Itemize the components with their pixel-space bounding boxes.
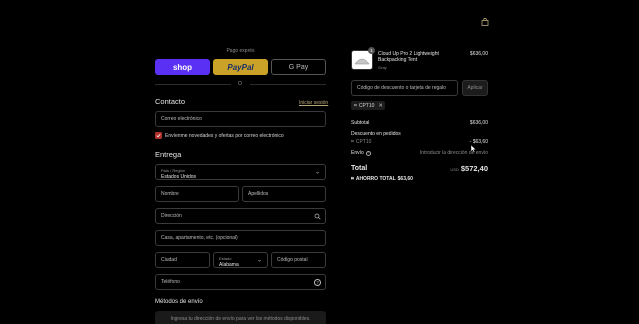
close-icon[interactable]: ✕	[378, 103, 383, 109]
total-row-value: USD $572,40	[420, 164, 488, 173]
last-name-field[interactable]: Apellidos	[242, 186, 326, 202]
address-placeholder: Dirección	[161, 213, 182, 219]
order-discount-label: Descuento en pedidos	[351, 131, 401, 137]
newsletter-label: Envíenme novedades y ofertas por correo …	[165, 133, 284, 139]
login-link[interactable]: Iniciar sesión	[299, 100, 328, 106]
product-variant: Gray	[378, 65, 387, 70]
or-separator: O	[238, 81, 242, 87]
tent-image	[354, 58, 370, 65]
divider	[250, 84, 326, 85]
divider	[155, 84, 231, 85]
address-field[interactable]: Dirección	[155, 208, 326, 224]
paypal-button[interactable]: PayPal	[213, 59, 268, 75]
quantity-badge: 1	[368, 47, 375, 54]
applied-code-label: CPT10	[358, 102, 375, 109]
shop-pay-label: shop	[172, 62, 193, 72]
phone-field[interactable]: Teléfono ?	[155, 274, 326, 290]
check-icon	[156, 133, 161, 138]
apartment-field[interactable]: Casa, apartamento, etc. (opcional)	[155, 230, 326, 246]
country-value: Estados Unidos	[161, 174, 197, 180]
tag-icon: ⌗	[351, 176, 354, 182]
tag-icon: ⌗	[351, 139, 354, 145]
shipping-label-row: Envío ?	[351, 150, 371, 156]
apply-label: Aplicar	[467, 85, 483, 91]
apply-button[interactable]: Aplicar	[462, 80, 488, 96]
email-field[interactable]: Correo electrónico	[155, 111, 326, 127]
subtotal-value: $636,00	[469, 120, 488, 126]
applied-code-chip: ⌗ CPT10 ✕	[351, 101, 385, 110]
delivery-heading: Entrega	[155, 150, 182, 159]
order-discount-code: ⌗ CPT10	[351, 139, 371, 145]
search-icon	[314, 213, 321, 220]
total-value: $572,40	[460, 164, 488, 173]
shipping-label: Envío	[351, 150, 364, 156]
savings-value: $63,60	[397, 176, 413, 182]
order-discount-value: - $63,60	[469, 139, 488, 145]
country-label: País / Región	[161, 168, 186, 173]
total-label: Total	[351, 165, 368, 172]
apartment-placeholder: Casa, apartamento, etc. (opcional)	[161, 235, 238, 241]
zip-field[interactable]: Código postal	[271, 252, 326, 268]
city-placeholder: Ciudad	[161, 257, 177, 263]
express-checkout-title: Pago exprés	[226, 48, 255, 54]
bag-icon[interactable]	[481, 13, 489, 26]
discount-code-field[interactable]: Código de descuento o tarjeta de regalo	[351, 80, 458, 96]
last-name-placeholder: Apellidos	[248, 191, 269, 197]
paypal-label: PayPal	[227, 62, 254, 72]
state-select[interactable]: Estado Alabama ⌄	[213, 252, 268, 268]
total-currency: USD	[450, 167, 459, 172]
product-price: $636,00	[469, 51, 488, 57]
newsletter-checkbox[interactable]	[155, 132, 162, 139]
google-pay-button[interactable]: G Pay	[271, 59, 326, 75]
first-name-placeholder: Nombre	[161, 191, 179, 197]
tag-icon: ⌗	[354, 102, 357, 109]
country-select[interactable]: País / Región Estados Unidos ⌄	[155, 164, 326, 180]
shipping-methods-heading: Métodos de envío	[155, 299, 203, 305]
state-label: Estado	[219, 256, 232, 261]
email-placeholder: Correo electrónico	[161, 116, 202, 122]
discount-code-placeholder: Código de descuento o tarjeta de regalo	[357, 85, 446, 91]
savings-label: AHORRO TOTAL	[355, 176, 396, 182]
help-icon[interactable]: ?	[365, 150, 371, 156]
city-field[interactable]: Ciudad	[155, 252, 210, 268]
google-pay-label: G Pay	[288, 63, 309, 71]
help-icon[interactable]: ?	[314, 279, 321, 286]
first-name-field[interactable]: Nombre	[155, 186, 239, 202]
state-value: Alabama	[219, 262, 239, 268]
chevron-down-icon: ⌄	[314, 169, 320, 176]
shop-pay-button[interactable]: shop	[155, 59, 210, 75]
subtotal-label: Subtotal	[351, 120, 370, 126]
phone-placeholder: Teléfono	[161, 279, 180, 285]
total-savings: ⌗ AHORRO TOTAL $63,60	[351, 176, 413, 182]
order-discount-code-label: CPT10	[355, 139, 372, 145]
shipping-notice-text: Ingresa tu dirección de envío para ver l…	[170, 316, 311, 322]
mouse-cursor	[471, 145, 477, 153]
zip-placeholder: Código postal	[277, 257, 308, 263]
contact-heading: Contacto	[155, 97, 186, 106]
shipping-notice: Ingresa tu dirección de envío para ver l…	[155, 311, 326, 324]
chevron-down-icon: ⌄	[256, 257, 262, 264]
